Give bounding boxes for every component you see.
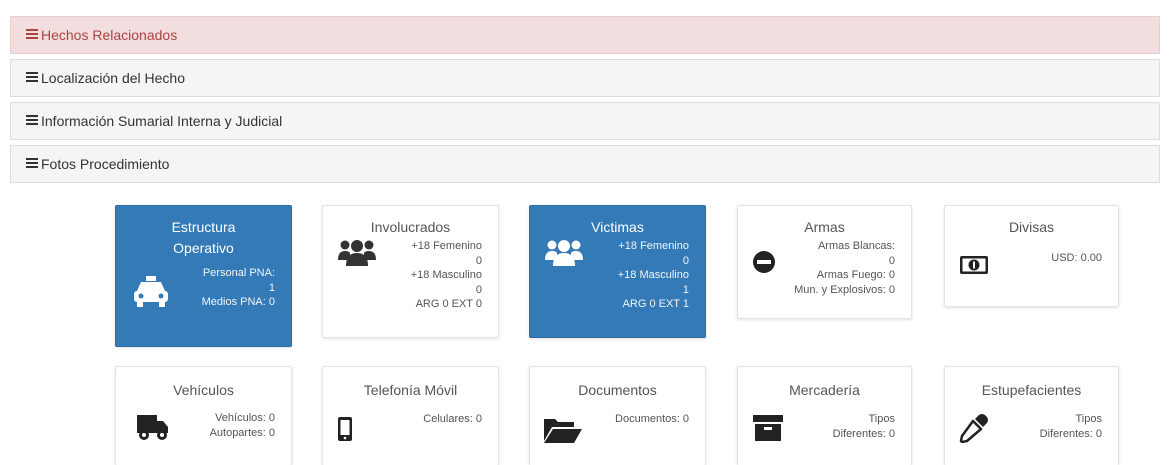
tile-line: +18 Masculino <box>410 269 482 282</box>
tile-line: Tipos <box>868 413 896 425</box>
accordion-label: Localización del Hecho <box>41 70 185 86</box>
bars-icon <box>26 27 38 41</box>
tile-title: Mercadería <box>789 382 860 398</box>
tile-line: 0 <box>888 254 895 267</box>
money-icon <box>960 256 988 274</box>
mobile-icon <box>338 417 352 441</box>
tile-line: Celulares: 0 <box>423 413 482 425</box>
tile-line: Diferentes: 0 <box>832 427 895 440</box>
tile-line: ARG 0 EXT 0 <box>415 298 482 311</box>
tile-line: 1 <box>682 283 689 296</box>
tile-victimas[interactable]: Victimas +18 Femenino 0 +18 Masculino 1 … <box>529 205 706 338</box>
tile-divisas[interactable]: Divisas USD: 0.00 <box>944 205 1119 307</box>
tile-armas[interactable]: Armas Armas Blancas: 0 Armas Fuego: 0 Mu… <box>737 205 912 319</box>
accordion-label: Fotos Procedimiento <box>41 156 170 172</box>
tile-line: Tipos <box>1075 413 1103 425</box>
tile-line: USD: 0.00 <box>1051 252 1102 264</box>
tile-line: +18 Femenino <box>411 240 482 252</box>
accordion-label: Información Sumarial Interna y Judicial <box>41 113 283 129</box>
tile-line: 1 <box>268 281 275 294</box>
minus-circle-icon <box>753 251 775 273</box>
tile-title: Documentos <box>578 382 657 398</box>
taxi-icon <box>134 276 168 307</box>
truck-icon <box>137 415 168 440</box>
tile-documentos[interactable]: Documentos Documentos: 0 <box>529 366 706 465</box>
bars-icon <box>26 70 38 84</box>
tile-line: Armas Blancas: <box>817 240 895 252</box>
users-icon <box>545 240 583 266</box>
tile-title: Vehículos <box>173 382 234 398</box>
folder-open-icon <box>544 419 582 443</box>
tile-line: Vehículos: 0 <box>215 412 275 424</box>
accordion-label: Hechos Relacionados <box>41 27 178 43</box>
tile-line: 0 <box>475 254 482 267</box>
tile-title: Telefonía Móvil <box>363 382 458 398</box>
tile-title: Estupefacientes <box>981 382 1082 398</box>
tile-telefonia-movil[interactable]: Telefonía Móvil Celulares: 0 <box>322 366 499 465</box>
tile-line: Mun. y Explosivos: 0 <box>794 283 895 296</box>
tile-line: Medios PNA: 0 <box>201 296 275 309</box>
tile-title: Victimas <box>591 219 644 235</box>
tile-vehiculos[interactable]: Vehículos Vehículos: 0 Autopartes: 0 <box>115 366 292 465</box>
tile-involucrados[interactable]: Involucrados +18 Femenino 0 +18 Masculin… <box>322 205 499 338</box>
accordion-fotos-procedimiento[interactable]: Fotos Procedimiento <box>10 145 1160 183</box>
tile-line: Diferentes: 0 <box>1039 427 1102 440</box>
tile-estupefacientes[interactable]: Estupefacientes Tipos Diferentes: 0 <box>944 366 1119 465</box>
tile-line: Autopartes: 0 <box>209 426 275 439</box>
tile-line: Documentos: 0 <box>615 413 689 425</box>
tile-line: 0 <box>682 254 689 267</box>
tile-line: +18 Femenino <box>618 240 689 252</box>
archive-icon <box>753 415 783 441</box>
eyedropper-icon <box>959 414 988 443</box>
accordion: Hechos Relacionados Localización del Hec… <box>10 16 1160 188</box>
accordion-informacion-sumarial[interactable]: Información Sumarial Interna y Judicial <box>10 102 1160 140</box>
accordion-localizacion[interactable]: Localización del Hecho <box>10 59 1160 97</box>
tile-line: +18 Masculino <box>617 269 689 282</box>
tile-line: 0 <box>475 283 482 296</box>
tile-title: Involucrados <box>370 219 451 235</box>
tile-title: Estructura <box>171 219 236 235</box>
users-icon <box>338 240 376 266</box>
tile-estructura-operativo[interactable]: Estructura Operativo Personal PNA: 1 Med… <box>115 205 292 347</box>
accordion-hechos-relacionados[interactable]: Hechos Relacionados <box>10 16 1160 54</box>
tile-line: Armas Fuego: 0 <box>816 269 895 282</box>
tile-line: Personal PNA: <box>202 267 275 279</box>
tile-mercaderia[interactable]: Mercadería Tipos Diferentes: 0 <box>737 366 912 465</box>
bars-icon <box>26 156 38 170</box>
bars-icon <box>26 113 38 127</box>
tile-title: Armas <box>804 219 845 235</box>
tile-subtitle: Operativo <box>173 240 234 256</box>
tile-line: ARG 0 EXT 1 <box>622 298 689 311</box>
tile-title: Divisas <box>1008 219 1055 235</box>
